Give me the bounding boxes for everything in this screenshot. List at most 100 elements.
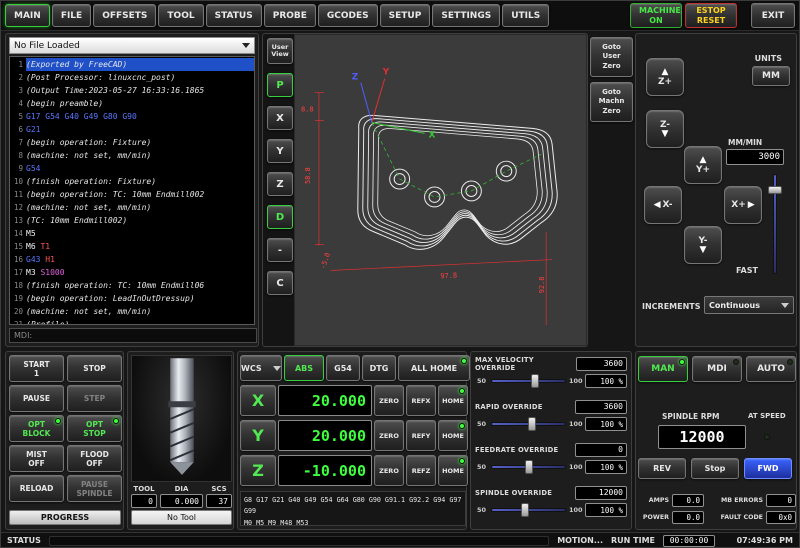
axis-z-button[interactable]: Z bbox=[240, 455, 276, 486]
menu-tab-main[interactable]: MAIN bbox=[5, 4, 50, 27]
menu-tab-tool[interactable]: TOOL bbox=[158, 4, 203, 27]
zero-x-button[interactable]: ZERO bbox=[374, 385, 404, 416]
exit-button[interactable]: EXIT bbox=[751, 3, 795, 28]
view-x-button[interactable]: X bbox=[267, 106, 293, 130]
gcode-line[interactable]: 5G17 G54 G40 G49 G80 G90 bbox=[10, 110, 254, 123]
gcode-line[interactable]: 15M6 T1 bbox=[10, 240, 254, 253]
line-number: 21 bbox=[10, 318, 26, 325]
flood-button[interactable]: FLOOD OFF bbox=[67, 445, 122, 472]
menu-tab-setup[interactable]: SETUP bbox=[380, 4, 431, 27]
abs-button[interactable]: ABS bbox=[284, 355, 324, 381]
view-y-button[interactable]: Y bbox=[267, 139, 293, 163]
gcode-line[interactable]: 19(begin operation: LeadInOutDressup) bbox=[10, 292, 254, 305]
mdi-input[interactable] bbox=[9, 328, 257, 343]
increments-select[interactable]: Continuous bbox=[704, 296, 794, 314]
jog-z-minus-button[interactable]: Z-▼ bbox=[646, 110, 684, 148]
file-selector[interactable]: No File Loaded bbox=[9, 37, 255, 54]
gcode-line[interactable]: 11(begin operation: TC: 10mm Endmill002 bbox=[10, 188, 254, 201]
gcode-line[interactable]: 6G21 bbox=[10, 123, 254, 136]
stop-button[interactable]: STOP bbox=[67, 355, 122, 382]
mist-button[interactable]: MIST OFF bbox=[9, 445, 64, 472]
gcode-line[interactable]: 17M3 S1000 bbox=[10, 266, 254, 279]
mode-man-button[interactable]: MAN bbox=[638, 356, 688, 382]
gcode-viewer[interactable]: 1(Exported by FreeCAD)2(Post Processor: … bbox=[9, 56, 255, 325]
ref-x-button[interactable]: REFX bbox=[406, 385, 436, 416]
step-button[interactable]: STEP bbox=[67, 385, 122, 412]
opt-block-button[interactable]: OPT BLOCK bbox=[9, 415, 64, 442]
view-c-button[interactable]: C bbox=[267, 271, 293, 295]
gcode-line[interactable]: 21(Profile) bbox=[10, 318, 254, 325]
gcode-line[interactable]: 10(finish operation: Fixture) bbox=[10, 175, 254, 188]
gcode-line[interactable]: 13(TC: 10mm Endmill002) bbox=[10, 214, 254, 227]
jog-x-plus-button[interactable]: X+▶ bbox=[724, 186, 762, 224]
override-slider[interactable] bbox=[491, 460, 566, 474]
spindle-stop-button[interactable]: Stop bbox=[691, 458, 739, 479]
gcode-line[interactable]: 20(machine: not set, mm/min) bbox=[10, 305, 254, 318]
menu-tab-status[interactable]: STATUS bbox=[206, 4, 262, 27]
zero-z-button[interactable]: ZERO bbox=[374, 455, 404, 486]
reload-button[interactable]: RELOAD bbox=[9, 475, 64, 502]
gcode-line[interactable]: 9G54 bbox=[10, 162, 254, 175]
menu-tab-offsets[interactable]: OFFSETS bbox=[93, 4, 156, 27]
view-p-button[interactable]: P bbox=[267, 73, 293, 97]
slider-handle[interactable] bbox=[525, 460, 533, 474]
home-y-button[interactable]: HOME bbox=[438, 420, 468, 451]
menu-tab-settings[interactable]: SETTINGS bbox=[432, 4, 500, 27]
menu-tab-utils[interactable]: UTILS bbox=[502, 4, 549, 27]
home-x-button[interactable]: HOME bbox=[438, 385, 468, 416]
mode-mdi-button[interactable]: MDI bbox=[692, 356, 742, 382]
jog-y-minus-button[interactable]: Y-▼ bbox=[684, 226, 722, 264]
gcode-line[interactable]: 12(machine: not set, mm/min) bbox=[10, 201, 254, 214]
gcode-line[interactable]: 14M5 bbox=[10, 227, 254, 240]
goto-user-zero-button[interactable]: Goto User Zero bbox=[590, 37, 633, 77]
start-button[interactable]: START 1 bbox=[9, 355, 64, 382]
pause-spindle-button[interactable]: PAUSE SPINDLE bbox=[67, 475, 122, 502]
gcode-line[interactable]: 8(machine: not set, mm/min) bbox=[10, 149, 254, 162]
jog-y-plus-button[interactable]: ▲Y+ bbox=[684, 146, 722, 184]
override-slider[interactable] bbox=[491, 374, 566, 388]
goto-machine-zero-button[interactable]: Goto Machn Zero bbox=[590, 82, 633, 122]
gcode-line[interactable]: 2(Post Processor: linuxcnc_post) bbox=[10, 71, 254, 84]
ref-y-button[interactable]: REFY bbox=[406, 420, 436, 451]
slider-handle[interactable] bbox=[521, 503, 529, 517]
machine-on-button[interactable]: MACHINE ON bbox=[630, 3, 682, 28]
view-d-button[interactable]: D bbox=[267, 205, 293, 229]
menu-tab-file[interactable]: FILE bbox=[52, 4, 91, 27]
opt-stop-button[interactable]: OPT STOP bbox=[67, 415, 122, 442]
g54-button[interactable]: G54 bbox=[326, 355, 360, 381]
zero-y-button[interactable]: ZERO bbox=[374, 420, 404, 451]
override-slider[interactable] bbox=[491, 417, 566, 431]
gcode-line[interactable]: 18(finish operation: TC: 10mm Endmill06 bbox=[10, 279, 254, 292]
spindle-rev-button[interactable]: REV bbox=[638, 458, 686, 479]
estop-reset-button[interactable]: ESTOP RESET bbox=[685, 3, 737, 28]
view-user-view-button[interactable]: User View bbox=[267, 38, 293, 64]
mode-auto-button[interactable]: AUTO bbox=[746, 356, 796, 382]
axis-x-button[interactable]: X bbox=[240, 385, 276, 416]
override-slider[interactable] bbox=[491, 503, 566, 517]
ref-z-button[interactable]: REFZ bbox=[406, 455, 436, 486]
all-home-button[interactable]: ALL HOME bbox=[398, 355, 470, 381]
jog-x-minus-button[interactable]: ◀X- bbox=[644, 186, 682, 224]
jog-speed-slider[interactable] bbox=[768, 174, 782, 274]
menu-tabs: MAINFILEOFFSETSTOOLSTATUSPROBEGCODESSETU… bbox=[5, 4, 549, 27]
view-z-button[interactable]: Z bbox=[267, 172, 293, 196]
jog-z-plus-button[interactable]: ▲Z+ bbox=[646, 58, 684, 96]
slider-handle[interactable] bbox=[768, 186, 782, 194]
gcode-line[interactable]: 16G43 H1 bbox=[10, 253, 254, 266]
dtg-button[interactable]: DTG bbox=[362, 355, 396, 381]
menu-tab-probe[interactable]: PROBE bbox=[264, 4, 316, 27]
backplot-canvas[interactable]: X Y Z 8.8 58.8 -5.0 97.8 92. bbox=[294, 34, 587, 346]
gcode-line[interactable]: 3(Output Time:2023-05-27 16:33:16.1865 bbox=[10, 84, 254, 97]
pause-button[interactable]: PAUSE bbox=[9, 385, 64, 412]
gcode-line[interactable]: 1(Exported by FreeCAD) bbox=[10, 58, 254, 71]
axis-y-button[interactable]: Y bbox=[240, 420, 276, 451]
slider-handle[interactable] bbox=[528, 417, 536, 431]
menu-tab-gcodes[interactable]: GCODES bbox=[318, 4, 378, 27]
gcode-line[interactable]: 4(begin preamble) bbox=[10, 97, 254, 110]
home-z-button[interactable]: HOME bbox=[438, 455, 468, 486]
wcs-button[interactable]: WCS bbox=[240, 355, 282, 381]
spindle-fwd-button[interactable]: FWD bbox=[744, 458, 792, 479]
gcode-line[interactable]: 7(begin operation: Fixture) bbox=[10, 136, 254, 149]
view-minus-button[interactable]: - bbox=[267, 238, 293, 262]
slider-handle[interactable] bbox=[531, 374, 539, 388]
